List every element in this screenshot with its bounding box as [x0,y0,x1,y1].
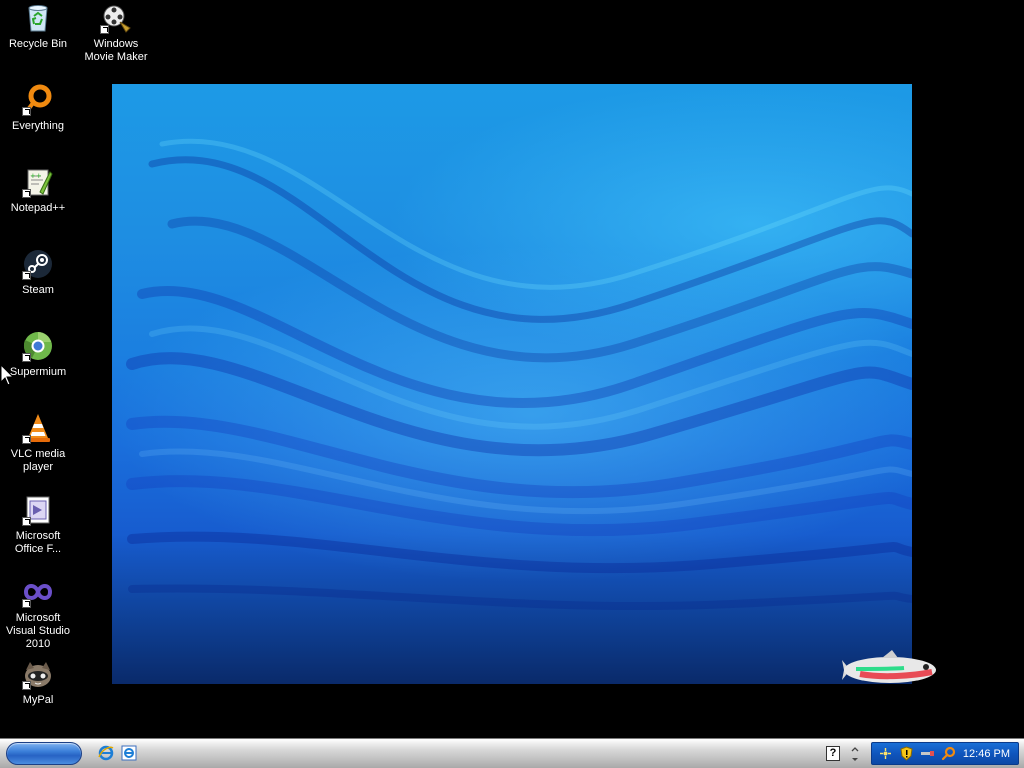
desktop[interactable]: Recycle Bin Windows Movie Maker Everythi… [0,0,1024,738]
ie-page-icon[interactable] [121,745,137,761]
desktop-icon-label: Microsoft Visual Studio 2010 [5,612,70,650]
help-icon[interactable]: ? [826,746,840,761]
tray-expand-icon[interactable] [849,744,861,764]
everything-icon [22,84,54,116]
shortcut-arrow-icon [22,599,31,608]
clock[interactable]: 12:46 PM [963,747,1010,761]
desktop-icon-label: Windows Movie Maker [84,38,148,63]
desktop-icon-notepad-plus-plus[interactable]: ++ Notepad++ [0,166,76,215]
mouse-cursor-icon [0,363,16,386]
wallpaper [112,84,912,684]
shortcut-arrow-icon [22,271,31,280]
desktop-icon-windows-movie-maker[interactable]: Windows Movie Maker [78,2,154,64]
svg-text:++: ++ [30,172,42,180]
desktop-icon-microsoft-office[interactable]: Microsoft Office F... [0,494,76,556]
internet-explorer-icon[interactable] [98,745,114,761]
desktop-icon-steam[interactable]: Steam [0,248,76,297]
fish-icon[interactable] [842,650,946,690]
office-file-icon [22,494,54,526]
desktop-icon-recycle-bin[interactable]: Recycle Bin [0,2,76,51]
security-shield-icon[interactable] [899,746,914,761]
desktop-icon-mypal[interactable]: MyPal [0,658,76,707]
search-icon[interactable] [941,746,956,761]
shortcut-arrow-icon [22,107,31,116]
desktop-icon-vlc[interactable]: VLC media player [0,412,76,474]
desktop-icon-label: Recycle Bin [8,38,68,50]
shortcut-arrow-icon [22,517,31,526]
notepad-plus-plus-icon: ++ [22,166,54,198]
shortcut-arrow-icon [100,25,109,34]
shortcut-arrow-icon [22,353,31,362]
vlc-icon [22,412,54,444]
shortcut-arrow-icon [22,681,31,690]
usb-icon[interactable] [920,746,935,761]
movie-maker-icon [100,2,132,34]
taskbar: ? 12:46 PM [0,738,1024,768]
supermium-icon [22,330,54,362]
mypal-icon [22,658,54,690]
network-icon[interactable] [878,746,893,761]
desktop-icon-label: VLC media player [10,448,66,473]
system-tray: 12:46 PM [871,742,1019,765]
steam-icon [22,248,54,280]
desktop-icon-everything[interactable]: Everything [0,84,76,133]
desktop-icon-label: Everything [12,120,64,132]
desktop-icon-visual-studio[interactable]: Microsoft Visual Studio 2010 [0,576,76,651]
desktop-icon-label: Steam [22,284,54,296]
shortcut-arrow-icon [22,435,31,444]
visual-studio-icon [22,576,54,608]
recycle-bin-icon [22,2,54,34]
desktop-icon-label: MyPal [22,694,54,706]
desktop-icon-label: Notepad++ [10,202,66,214]
start-button[interactable] [6,742,82,765]
shortcut-arrow-icon [22,189,31,198]
desktop-icon-label: Microsoft Office F... [14,530,62,555]
